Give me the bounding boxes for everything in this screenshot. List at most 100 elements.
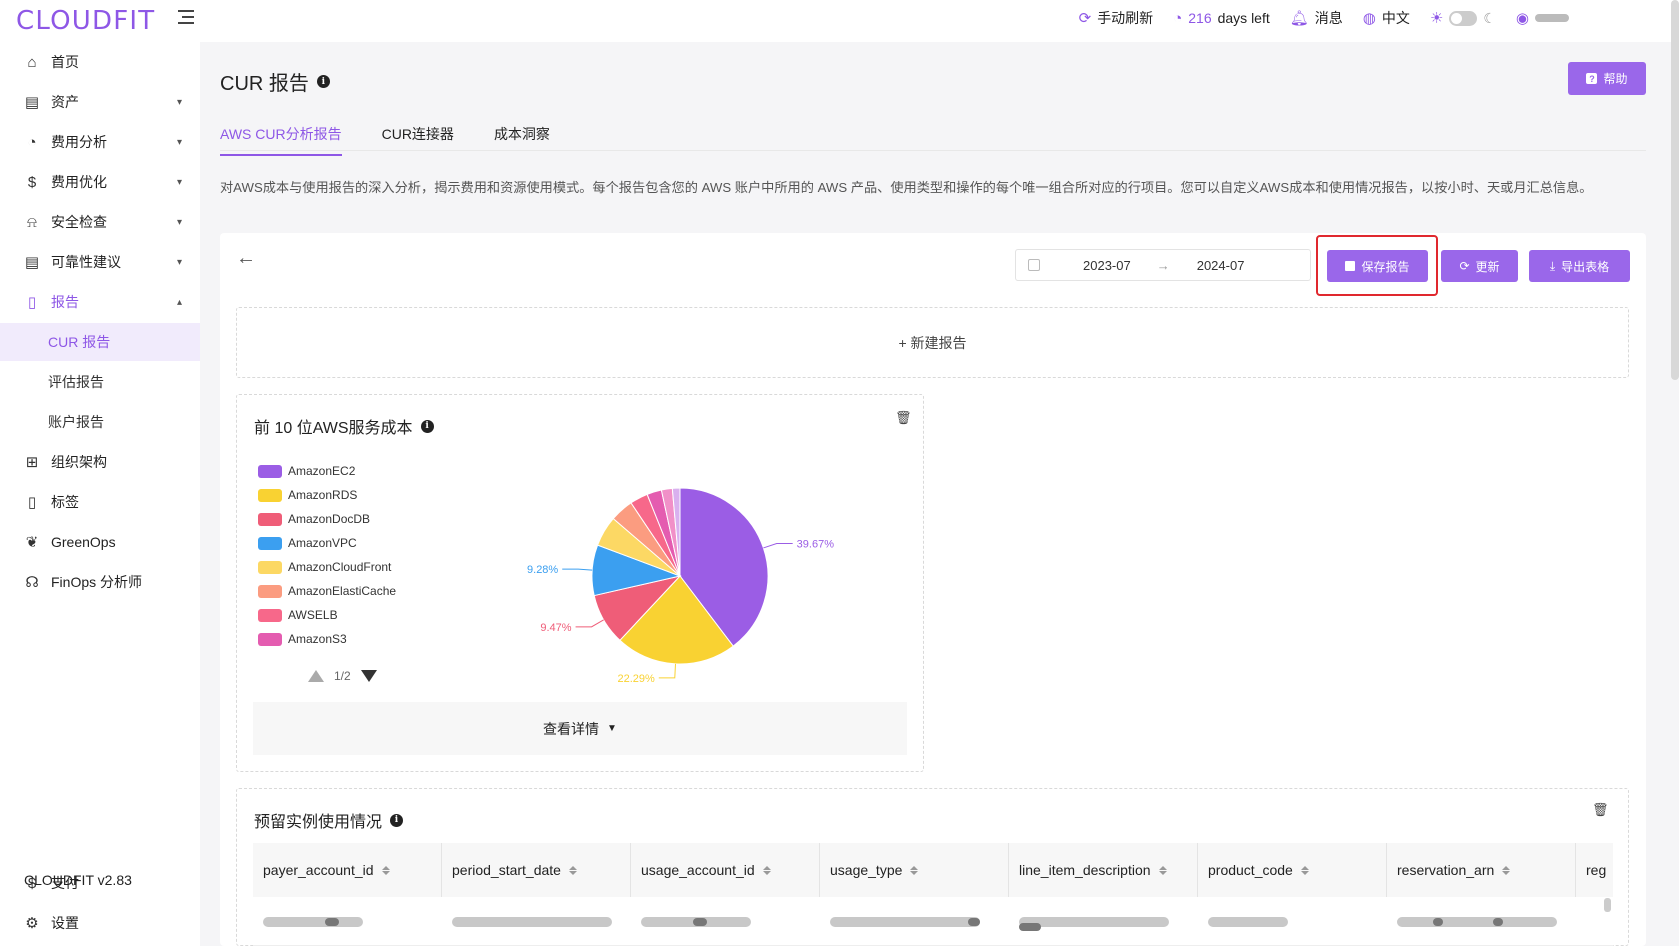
view-detail-button[interactable]: 查看详情 ▼: [253, 702, 907, 755]
update-button[interactable]: ⟳ 更新: [1441, 250, 1518, 282]
new-report-button[interactable]: + 新建报告: [236, 307, 1629, 378]
delete-icon[interactable]: 🗑︎: [895, 410, 912, 426]
sidebar-item-settings[interactable]: ⚙ 设置: [0, 904, 200, 942]
column-header[interactable]: payer_account_id: [253, 843, 442, 897]
legend-item[interactable]: AmazonDocDB: [258, 510, 370, 528]
info-icon[interactable]: i: [420, 419, 434, 433]
user-icon: ◉: [1515, 10, 1529, 27]
ri-card-title: 预留实例使用情况 i: [254, 808, 404, 832]
app-version: CLOUDFIT v2.83: [24, 872, 132, 888]
tab-cur-connector[interactable]: CUR连接器: [382, 124, 454, 156]
info-icon[interactable]: i: [316, 75, 330, 88]
language-switcher[interactable]: ◍ 中文: [1363, 8, 1410, 28]
moon-icon: ☾: [1483, 9, 1496, 26]
column-header[interactable]: usage_type: [820, 843, 1009, 897]
redacted-cell: [1493, 918, 1503, 926]
tab-divider: [220, 150, 1646, 151]
sidebar-item-reports[interactable]: ▯ 报告 ▴: [0, 283, 200, 321]
sidebar-item-reliability[interactable]: ▤ 可靠性建议 ▾: [0, 243, 200, 281]
sidebar-subitem-account-report[interactable]: 账户报告: [0, 403, 200, 441]
pie-card-title: 前 10 位AWS服务成本 i: [254, 414, 434, 438]
legend-label: AmazonDocDB: [288, 512, 371, 526]
sort-icon[interactable]: [1300, 865, 1309, 875]
redacted-cell: [693, 918, 707, 926]
legend-swatch: [258, 608, 282, 622]
redacted-cell: [830, 917, 980, 927]
column-header[interactable]: period_start_date: [442, 843, 631, 897]
app-logo[interactable]: CLOUDFIT: [16, 6, 155, 36]
sidebar-item-cost-analysis[interactable]: ◔ 费用分析 ▾: [0, 123, 200, 161]
legend-item[interactable]: AmazonElastiCache: [258, 582, 396, 600]
sidebar-subitem-assessment-report[interactable]: 评估报告: [0, 363, 200, 401]
legend-next-icon[interactable]: [360, 670, 377, 682]
sidebar-item-org-structure[interactable]: ⊞ 组织架构: [0, 443, 200, 481]
messages-button[interactable]: 🔔︎ 消息: [1290, 8, 1343, 28]
clipboard-icon: ▤: [24, 254, 40, 271]
table-row[interactable]: [253, 897, 1613, 946]
bell-icon: 🔔︎: [1289, 10, 1309, 27]
sidebar-item-home[interactable]: ⌂ 首页: [0, 43, 200, 81]
date-range-picker[interactable]: 2023-07 → 2024-07: [1015, 249, 1311, 281]
chevron-down-icon: ▾: [176, 176, 182, 188]
pie-chart: 39.67% 22.29% 9.47% 9.28%: [527, 487, 834, 685]
redacted-cell: [1019, 917, 1169, 927]
column-header[interactable]: reservation_arn: [1387, 843, 1576, 897]
sidebar-item-assets[interactable]: ▤ 资产 ▾: [0, 83, 200, 121]
sidebar: ⌂ 首页 ▤ 资产 ▾ ◔ 费用分析 ▾ $ 费用优化 ▾ ⍾ 安全检查 ▾ ▤…: [0, 42, 200, 946]
sidebar-item-tags[interactable]: ▯ 标签: [0, 483, 200, 521]
legend-swatch: [258, 632, 282, 646]
sidebar-item-cost-optimization[interactable]: $ 费用优化 ▾: [0, 163, 200, 201]
user-menu[interactable]: ◉: [1516, 9, 1569, 27]
chevron-down-icon: ▾: [176, 216, 182, 228]
legend-item[interactable]: AmazonEC2: [258, 462, 355, 480]
sort-icon[interactable]: [910, 865, 919, 875]
trial-days-indicator: ◔ 216 days left: [1173, 9, 1270, 27]
document-icon: ▯: [27, 294, 37, 311]
legend-item[interactable]: AmazonS3: [258, 630, 347, 648]
legend-prev-icon[interactable]: [308, 670, 324, 682]
column-header[interactable]: reg: [1576, 843, 1613, 897]
tab-aws-cur-analysis[interactable]: AWS CUR分析报告: [220, 124, 342, 156]
user-name-redacted: [1535, 14, 1569, 22]
column-header[interactable]: usage_account_id: [631, 843, 820, 897]
sidebar-item-greenops[interactable]: ❦ GreenOps: [0, 523, 200, 561]
help-button[interactable]: ? 帮助: [1568, 62, 1646, 95]
menu-toggle-icon[interactable]: [178, 10, 194, 24]
page-title: CUR 报告 i: [220, 67, 330, 96]
legend-swatch: [258, 584, 282, 598]
legend-item[interactable]: AWSELB: [258, 606, 338, 624]
export-table-button[interactable]: ⤓ 导出表格: [1529, 250, 1630, 282]
page-scrollbar[interactable]: [1671, 0, 1679, 380]
legend-label: AmazonVPC: [288, 536, 357, 550]
redacted-cell: [1208, 917, 1288, 927]
pie-label-line: [575, 619, 604, 628]
manual-refresh-button[interactable]: ⟳ 手动刷新: [1079, 8, 1154, 28]
sort-icon[interactable]: [1158, 865, 1167, 875]
column-header[interactable]: line_item_description: [1009, 843, 1198, 897]
pie-label-line: [763, 542, 793, 549]
sort-icon[interactable]: [568, 865, 577, 875]
date-start[interactable]: 2023-07: [1083, 258, 1131, 273]
theme-switch[interactable]: ☀ ☾: [1430, 9, 1496, 28]
legend-item[interactable]: AmazonRDS: [258, 486, 357, 504]
info-icon[interactable]: i: [390, 813, 404, 827]
sort-icon[interactable]: [762, 865, 771, 875]
back-arrow-icon[interactable]: ←: [236, 247, 256, 270]
table-scrollbar[interactable]: [1604, 898, 1611, 912]
legend-item[interactable]: AmazonVPC: [258, 534, 357, 552]
theme-toggle[interactable]: [1449, 10, 1478, 26]
redacted-cell: [1397, 917, 1557, 927]
sidebar-item-finops-analyst[interactable]: ☊ FinOps 分析师: [0, 563, 200, 601]
caret-down-icon: ▼: [607, 723, 617, 734]
sidebar-subitem-cur-report[interactable]: CUR 报告: [0, 323, 200, 361]
date-end[interactable]: 2024-07: [1197, 258, 1245, 273]
tab-cost-insights[interactable]: 成本洞察: [494, 124, 550, 156]
sort-icon[interactable]: [1502, 865, 1511, 875]
sidebar-item-security-check[interactable]: ⍾ 安全检查 ▾: [0, 203, 200, 241]
arrow-right-icon: →: [1156, 257, 1170, 273]
legend-label: AWSELB: [288, 608, 338, 622]
sort-icon[interactable]: [381, 865, 390, 875]
legend-item[interactable]: AmazonCloudFront: [258, 558, 391, 576]
column-header[interactable]: product_code: [1198, 843, 1387, 897]
delete-icon[interactable]: 🗑︎: [1592, 802, 1609, 818]
